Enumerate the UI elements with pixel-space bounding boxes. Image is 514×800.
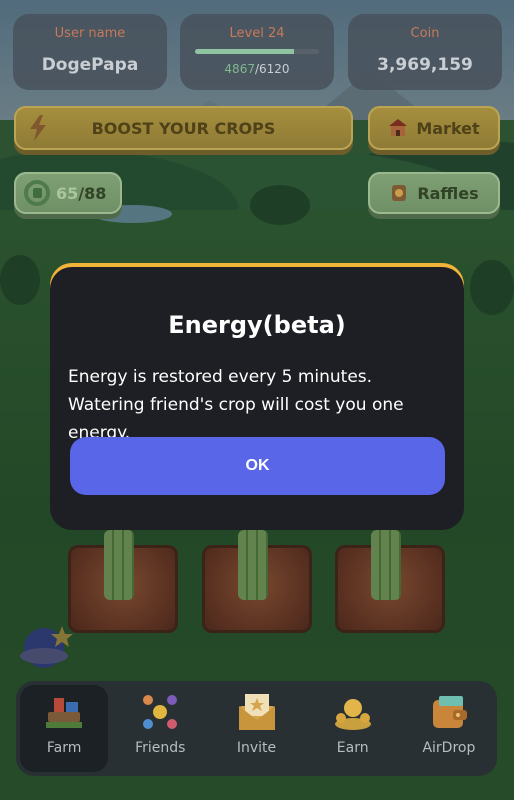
nav-airdrop-label: AirDrop <box>422 740 476 756</box>
username-value: DogePapa <box>41 55 139 75</box>
boost-crops-button[interactable]: BOOST YOUR CROPS <box>14 106 353 150</box>
level-progress-fill <box>195 49 294 54</box>
level-card: Level 24 4867/6120 <box>180 14 334 90</box>
friends-icon <box>143 695 178 729</box>
nav-airdrop[interactable]: AirDrop <box>405 685 493 772</box>
envelope-icon <box>238 694 275 730</box>
dialog-title: Energy(beta) <box>168 311 346 339</box>
username-label: User name <box>54 26 126 41</box>
nav-friends-label: Friends <box>135 740 186 756</box>
username-card: User name DogePapa <box>13 14 167 90</box>
nav-friends[interactable]: Friends <box>116 685 204 772</box>
raffles-button[interactable]: Raffles <box>368 172 500 214</box>
nav-earn-label: Earn <box>336 740 369 756</box>
dialog-message: Energy is restored every 5 minutes. Wate… <box>68 367 404 443</box>
tractor-icon <box>46 698 83 728</box>
level-progress-text: 4867/6120 <box>180 62 334 76</box>
market-label: Market <box>416 118 480 138</box>
watering-can-icon <box>24 180 50 206</box>
energy-current: 65 <box>56 183 79 203</box>
raffle-icon <box>392 185 407 201</box>
nav-invite[interactable]: Invite <box>212 685 300 772</box>
energy-counter[interactable]: 65/88 <box>14 172 122 214</box>
coins-icon <box>334 699 371 730</box>
lightning-icon <box>30 115 46 141</box>
ok-button[interactable]: OK <box>70 437 445 495</box>
energy-dialog: Energy(beta) Energy is restored every 5 … <box>50 267 464 530</box>
level-total: /6120 <box>254 62 290 76</box>
energy-total: /88 <box>78 183 107 203</box>
nav-invite-label: Invite <box>236 740 277 756</box>
raffles-label: Raffles <box>417 183 479 203</box>
coin-card: Coin 3,969,159 <box>348 14 502 90</box>
wallet-icon <box>432 696 467 728</box>
nav-farm[interactable]: Farm <box>20 685 109 772</box>
level-current: 4867 <box>224 62 255 76</box>
market-button[interactable]: Market <box>368 106 500 150</box>
nav-earn[interactable]: Earn <box>309 685 397 772</box>
coin-label: Coin <box>410 26 440 41</box>
bottom-nav: Farm Friends Invite Earn AirDrop <box>16 681 497 776</box>
market-icon <box>389 119 408 136</box>
nav-farm-label: Farm <box>46 740 82 756</box>
coin-value: 3,969,159 <box>377 55 473 75</box>
boost-label: BOOST YOUR CROPS <box>91 118 276 138</box>
level-progress-bar <box>195 49 319 54</box>
level-label: Level 24 <box>229 26 285 41</box>
